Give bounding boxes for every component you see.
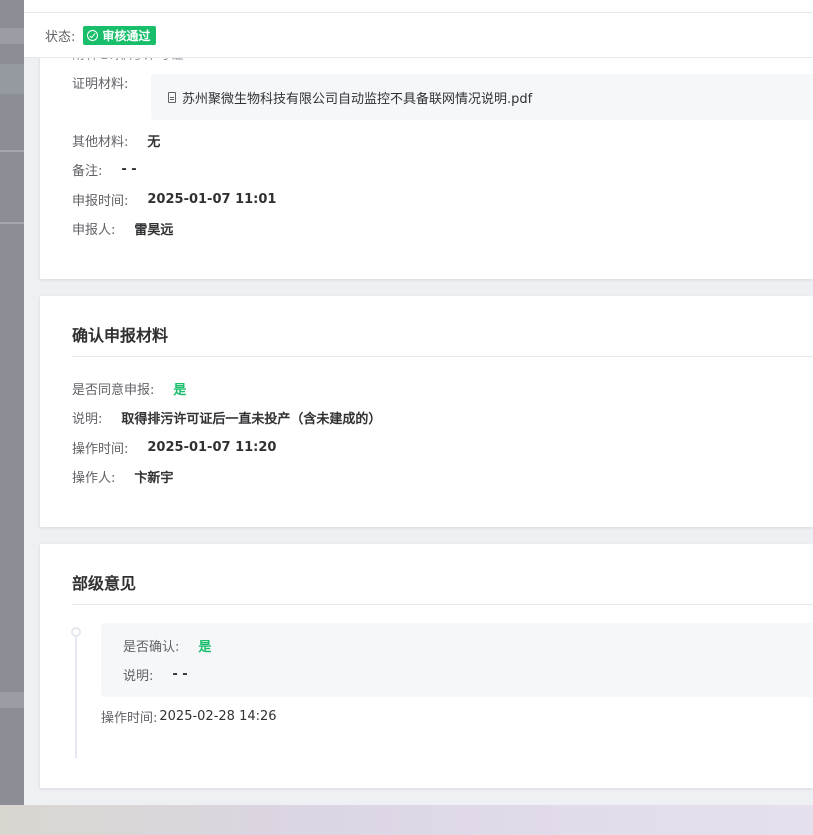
card-title: 确认申报材料 <box>72 326 169 345</box>
ministry-desc-row: 说明: - - <box>123 664 188 684</box>
status-label: 状态: <box>45 29 76 45</box>
status-badge-text: 审核通过 <box>102 28 151 43</box>
background-strip <box>0 222 24 224</box>
file-icon <box>168 91 176 103</box>
drawer-header <box>24 0 813 13</box>
agree-row: 是否同意申报: 是 <box>72 378 186 398</box>
confirm-value: 是 <box>198 639 212 655</box>
proof-file-link[interactable]: 苏州聚微生物科技有限公司自动监控不具备联网情况说明.pdf <box>182 88 532 107</box>
timeline-content-box: 是否确认: 是 说明: - - <box>101 623 813 697</box>
proof-file-box: 苏州聚微生物科技有限公司自动监控不具备联网情况说明.pdf <box>151 74 813 120</box>
reporter-label: 申报人: <box>72 222 116 238</box>
ministry-opinion-card: 部级意见 是否确认: 是 说明: - - 操作时间: 2025-02-28 14… <box>40 544 813 788</box>
confirm-label: 是否确认: <box>123 639 180 655</box>
background-strip <box>0 150 24 152</box>
desc-value: 取得排污许可证后一直未投产（含未建成的） <box>121 411 382 427</box>
reporter-row: 申报人: 雷昊远 <box>72 218 173 238</box>
report-time-value: 2025-01-07 11:01 <box>147 191 277 207</box>
report-info-card: 附件1:排污许可证 证明材料: 苏州聚微生物科技有限公司自动监控不具备联网情况说… <box>40 20 813 279</box>
background-strip <box>0 692 24 708</box>
proof-row: 证明材料: <box>72 72 128 92</box>
ministry-optime-label: 操作时间: <box>101 710 158 726</box>
ministry-optime-value: 2025-02-28 14:26 <box>159 708 277 724</box>
detail-drawer: 状态: 审核通过 附件1:排污许可证 证明材料: 苏州聚微生物科技有限公司自动监… <box>24 0 813 805</box>
divider <box>72 356 813 357</box>
ministry-desc-value: - - <box>172 666 188 682</box>
confirm-row: 是否确认: 是 <box>123 635 211 655</box>
desc-label: 说明: <box>72 411 103 427</box>
optime-value: 2025-01-07 11:20 <box>147 439 277 455</box>
agree-label: 是否同意申报: <box>72 382 155 398</box>
remark-label: 备注: <box>72 163 103 179</box>
agree-value: 是 <box>173 382 187 398</box>
confirm-materials-card: 确认申报材料 是否同意申报: 是 说明: 取得排污许可证后一直未投产（含未建成的… <box>40 296 813 527</box>
operator-row: 操作人: 卞新宇 <box>72 466 173 486</box>
divider <box>72 604 813 605</box>
background-strip <box>0 28 24 44</box>
other-value: 无 <box>147 134 161 150</box>
optime-label: 操作时间: <box>72 441 129 457</box>
report-time-row: 申报时间: 2025-01-07 11:01 <box>72 189 276 209</box>
background-page <box>0 0 24 805</box>
timeline-line <box>75 634 77 758</box>
remark-row: 备注: - - <box>72 159 137 179</box>
proof-label: 证明材料: <box>72 76 129 92</box>
ministry-desc-label: 说明: <box>123 668 154 684</box>
report-time-label: 申报时间: <box>72 193 129 209</box>
timeline-dot-icon <box>71 627 81 637</box>
status-bar: 状态: 审核通过 <box>24 13 813 58</box>
remark-value: - - <box>121 161 137 177</box>
other-row: 其他材料: 无 <box>72 130 160 150</box>
desc-row: 说明: 取得排污许可证后一直未投产（含未建成的） <box>72 407 381 427</box>
operator-label: 操作人: <box>72 470 116 486</box>
background-strip <box>0 64 24 94</box>
check-circle-icon <box>87 29 99 41</box>
status-badge: 审核通过 <box>83 25 157 45</box>
ministry-optime-row: 操作时间: 2025-02-28 14:26 <box>101 706 277 726</box>
card-title: 部级意见 <box>72 574 137 593</box>
desktop-bottom-bar <box>0 805 813 835</box>
optime-row: 操作时间: 2025-01-07 11:20 <box>72 437 276 457</box>
operator-value: 卞新宇 <box>134 470 174 486</box>
reporter-value: 雷昊远 <box>134 222 174 238</box>
other-label: 其他材料: <box>72 134 129 150</box>
